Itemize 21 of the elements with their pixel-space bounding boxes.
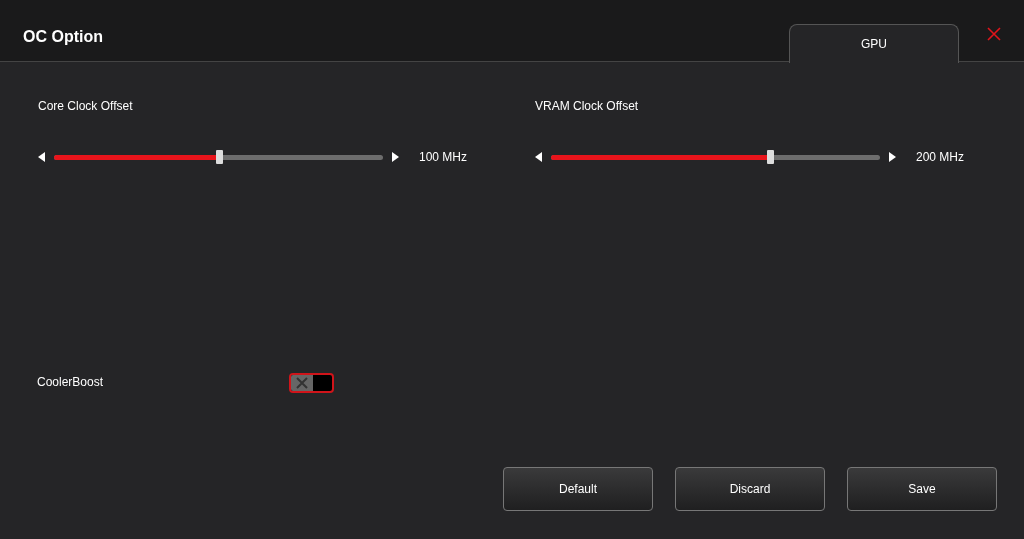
slider-thumb[interactable] xyxy=(215,150,223,164)
cross-icon xyxy=(296,377,309,389)
right-arrow-icon[interactable] xyxy=(889,152,896,162)
toggle-label: CoolerBoost xyxy=(37,374,104,391)
action-button[interactable]: Discard xyxy=(675,467,825,511)
slider-reading: 100 MHz xyxy=(419,149,468,166)
action-button[interactable]: Save xyxy=(847,467,997,511)
gpu-tab[interactable]: GPU xyxy=(789,24,959,63)
left-arrow-icon[interactable] xyxy=(38,152,45,162)
slider-label: VRAM Clock Offset xyxy=(535,98,640,113)
right-arrow-icon[interactable] xyxy=(392,152,399,162)
action-button[interactable]: Default xyxy=(503,467,653,511)
slider-track[interactable] xyxy=(54,150,383,164)
window-title: OC Option xyxy=(23,27,103,47)
slider-thumb[interactable] xyxy=(766,150,774,164)
slider-reading: 200 MHz xyxy=(916,149,965,166)
left-arrow-icon[interactable] xyxy=(535,152,542,162)
toggle-switch[interactable] xyxy=(289,373,335,393)
close-icon[interactable] xyxy=(985,24,1003,42)
slider-track[interactable] xyxy=(551,150,880,164)
slider-label: Core Clock Offset xyxy=(38,98,134,113)
